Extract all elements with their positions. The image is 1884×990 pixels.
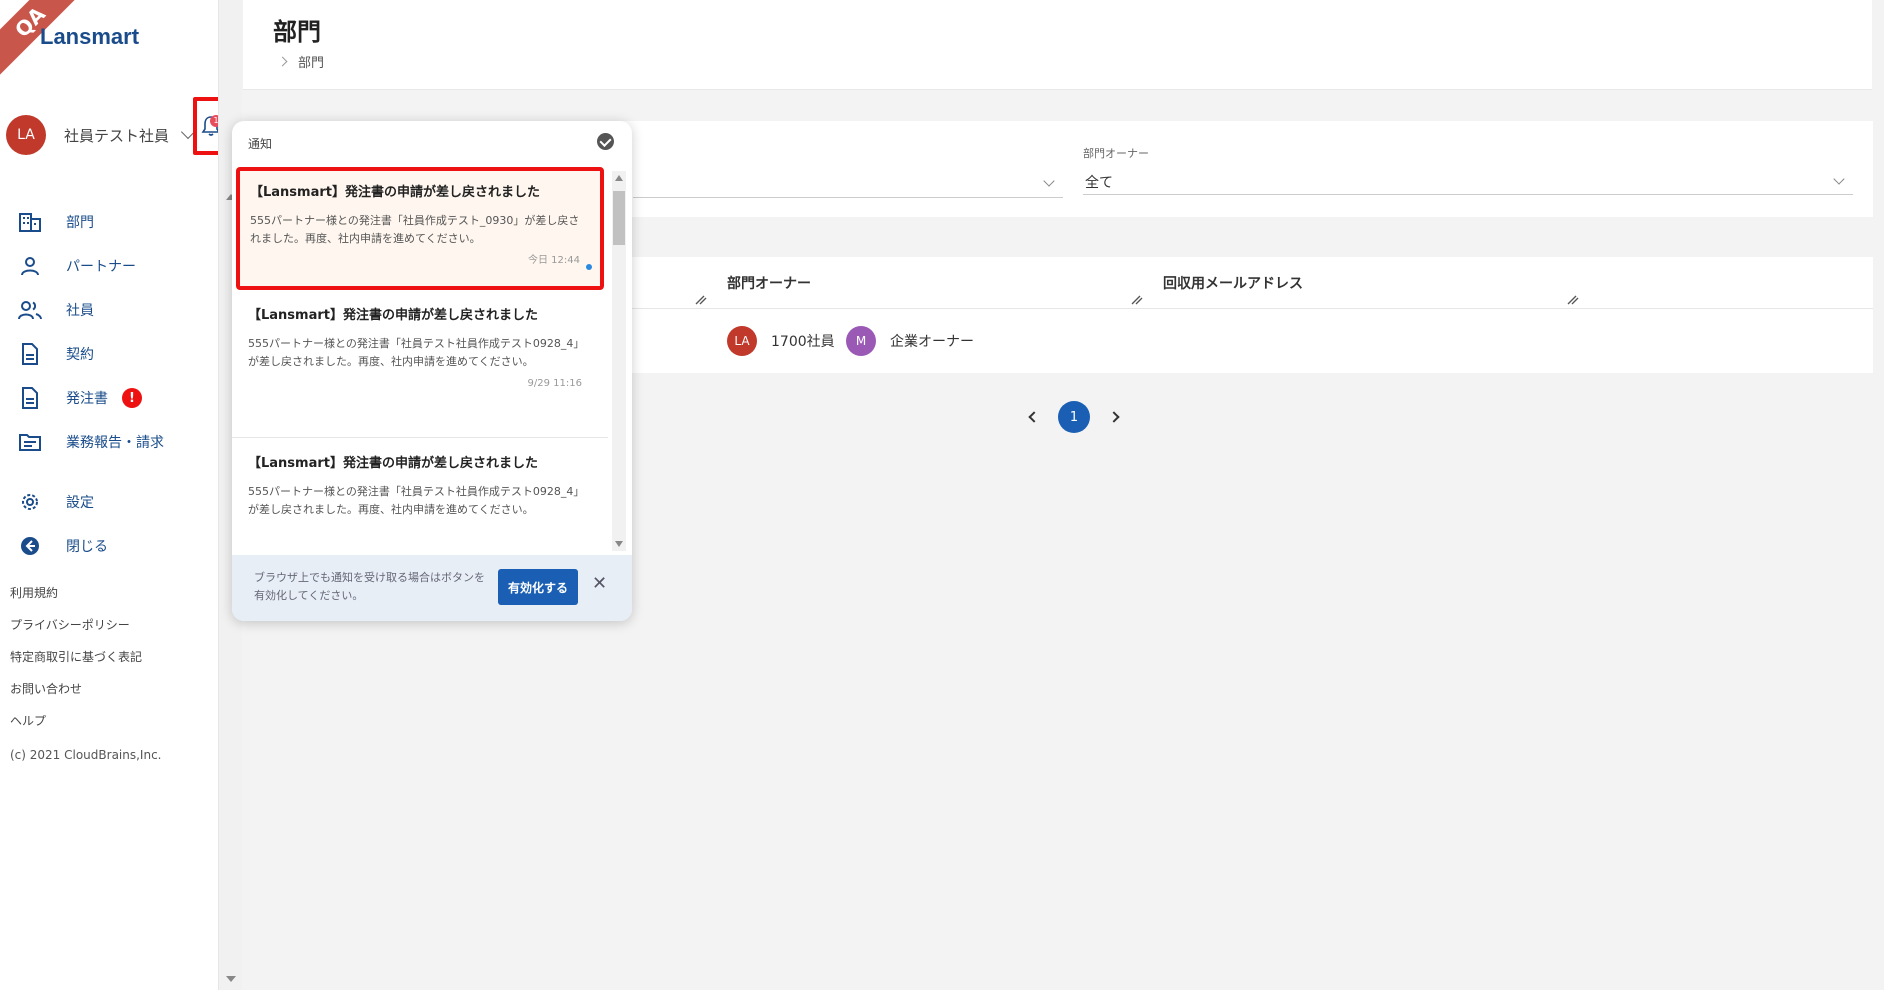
gear-icon (18, 490, 42, 514)
breadcrumb-item[interactable]: 部門 (298, 52, 324, 71)
filter-select[interactable] (633, 175, 1063, 198)
sidebar-nav: 部門 パートナー 社員 契約 発注書 ! 業務報告・請求 設定 閉じる (18, 200, 164, 568)
owner-chip: LA 1700社員 (727, 326, 835, 356)
sidebar-item-label: 閉じる (66, 539, 108, 555)
sidebar-item-partner[interactable]: パートナー (18, 244, 164, 288)
browser-notification-prompt: ブラウザ上でも通知を受け取る場合はボタンを有効化してください。 有効化する ✕ (232, 555, 632, 621)
scroll-down-icon[interactable] (615, 541, 623, 547)
footer-link-privacy[interactable]: プライバシーポリシー (10, 609, 162, 641)
sidebar-item-label: 部門 (66, 215, 94, 231)
arrow-left-circle-icon (18, 534, 42, 558)
sidebar-item-contract[interactable]: 契約 (18, 332, 164, 376)
person-icon (18, 254, 42, 278)
user-name: 社員テスト社員 (64, 126, 170, 145)
breadcrumb: 部門 (277, 52, 324, 71)
chevron-left-icon[interactable] (1028, 411, 1040, 423)
building-icon (18, 210, 42, 234)
owner-filter-select[interactable]: 全て (1083, 169, 1853, 195)
page-title: 部門 (273, 18, 321, 46)
app-logo[interactable]: Lansmart (40, 24, 139, 50)
avatar: LA (727, 326, 757, 356)
copyright: (c) 2021 CloudBrains,Inc. (10, 748, 162, 762)
page-scrollbar[interactable] (1872, 0, 1884, 990)
owner-filter-label: 部門オーナー (1083, 147, 1149, 160)
chevron-right-icon (277, 56, 288, 67)
notification-item[interactable]: 【Lansmart】発注書の申請が差し戻されました 555パートナー様との発注書… (236, 167, 604, 290)
sidebar-item-close[interactable]: 閉じる (18, 524, 164, 568)
resize-handle-icon[interactable] (1567, 295, 1579, 305)
sidebar-item-purchase-order[interactable]: 発注書 ! (18, 376, 164, 420)
notification-body: 555パートナー様との発注書「社員作成テスト_0930」が差し戻されました。再度… (250, 214, 580, 245)
footer-link-help[interactable]: ヘルプ (10, 705, 162, 737)
notification-item[interactable]: 【Lansmart】発注書の申請が差し戻されました 555パートナー様との発注書… (232, 290, 608, 438)
notification-item[interactable]: 【Lansmart】発注書の申請が差し戻されました 555パートナー様との発注書… (232, 438, 608, 519)
owner-name: 企業オーナー (890, 334, 974, 350)
scroll-thumb[interactable] (613, 191, 625, 245)
footer-link-commerce[interactable]: 特定商取引に基づく表記 (10, 641, 162, 673)
footer-link-contact[interactable]: お問い合わせ (10, 673, 162, 705)
scroll-down-icon[interactable] (226, 976, 236, 982)
close-icon[interactable]: ✕ (592, 573, 607, 594)
resize-handle-icon[interactable] (1131, 295, 1143, 305)
sidebar-item-label: 発注書 (66, 391, 108, 407)
sidebar-item-label: パートナー (66, 259, 136, 275)
unread-dot-icon (586, 264, 592, 270)
owner-chip: M 企業オーナー (846, 326, 974, 356)
resize-handle-icon[interactable] (695, 295, 707, 305)
owner-name: 1700社員 (771, 334, 835, 350)
notification-body: 555パートナー様との発注書「社員テスト社員作成テスト0928_4」が差し戻され… (248, 485, 585, 516)
notification-time: 9/29 11:16 (527, 378, 582, 389)
prompt-text: ブラウザ上でも通知を受け取る場合はボタンを有効化してください。 (254, 571, 485, 602)
chevron-down-icon (1043, 175, 1055, 187)
notification-scrollbar[interactable] (612, 171, 626, 551)
sidebar-item-settings[interactable]: 設定 (18, 480, 164, 524)
footer-link-terms[interactable]: 利用規約 (10, 577, 162, 609)
scroll-up-icon[interactable] (615, 175, 623, 181)
owner-filter: 部門オーナー 全て (1083, 145, 1853, 195)
user-menu[interactable]: LA 社員テスト社員 (6, 115, 196, 155)
page-header: 部門 部門 (243, 0, 1884, 90)
folder-icon (18, 430, 42, 454)
footer-links: 利用規約 プライバシーポリシー 特定商取引に基づく表記 お問い合わせ ヘルプ (… (10, 577, 162, 771)
notification-title: 【Lansmart】発注書の申請が差し戻されました (250, 185, 540, 200)
notification-time: 今日 12:44 (528, 255, 580, 266)
notification-list: 【Lansmart】発注書の申請が差し戻されました 555パートナー様との発注書… (232, 165, 608, 555)
people-icon (18, 298, 42, 322)
sidebar-item-label: 設定 (66, 495, 94, 511)
chevron-down-icon (1833, 173, 1845, 185)
notification-title: 【Lansmart】発注書の申請が差し戻されました (248, 308, 538, 323)
mark-all-read-icon[interactable] (597, 133, 614, 150)
column-header-email[interactable]: 回収用メールアドレス (1163, 273, 1303, 293)
sidebar-item-department[interactable]: 部門 (18, 200, 164, 244)
notification-panel: 通知 【Lansmart】発注書の申請が差し戻されました 555パートナー様との… (232, 121, 632, 621)
notification-body: 555パートナー様との発注書「社員テスト社員作成テスト0928_4」が差し戻され… (248, 337, 585, 368)
document-icon (18, 386, 42, 410)
notification-heading: 通知 (248, 137, 273, 151)
owner-filter-value: 全て (1085, 174, 1113, 191)
column-header-owner[interactable]: 部門オーナー (727, 273, 811, 293)
document-icon (18, 342, 42, 366)
pagination: 1 (1028, 401, 1120, 433)
avatar: LA (6, 115, 46, 155)
chevron-right-icon[interactable] (1108, 411, 1120, 423)
notification-title: 【Lansmart】発注書の申請が差し戻されました (248, 456, 538, 471)
sidebar-item-employee[interactable]: 社員 (18, 288, 164, 332)
alert-badge: ! (122, 388, 142, 408)
sidebar-item-report-billing[interactable]: 業務報告・請求 (18, 420, 164, 464)
sidebar: QA Lansmart LA 社員テスト社員 1 部門 パートナー 社員 契約 … (0, 0, 229, 990)
avatar: M (846, 326, 876, 356)
sidebar-item-label: 契約 (66, 347, 94, 363)
enable-notifications-button[interactable]: 有効化する (498, 569, 578, 605)
sidebar-item-label: 社員 (66, 303, 94, 319)
page-number-current[interactable]: 1 (1058, 401, 1090, 433)
sidebar-item-label: 業務報告・請求 (66, 435, 164, 451)
